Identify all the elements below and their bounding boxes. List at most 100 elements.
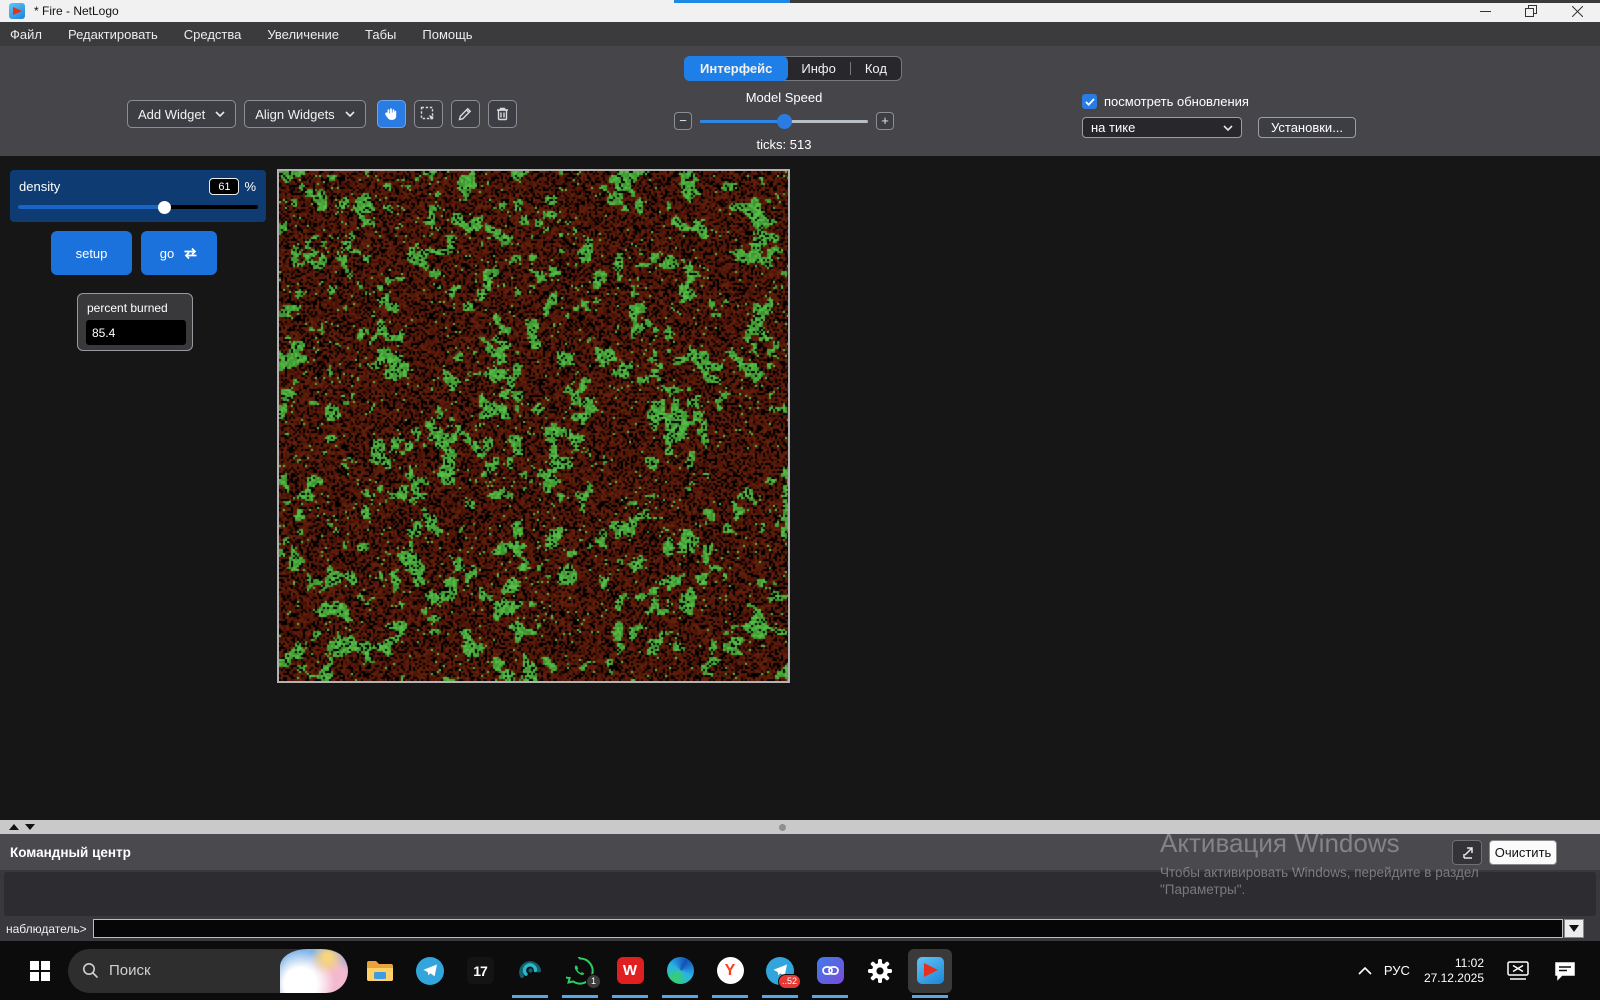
clock-time: 11:02 (1424, 956, 1484, 971)
taskbar-telegram-2[interactable]: ..52 (766, 957, 794, 985)
setup-button[interactable]: setup (51, 231, 132, 275)
splitter-handle[interactable] (779, 824, 786, 831)
density-thumb[interactable] (158, 201, 171, 214)
speed-slider-thumb[interactable] (777, 114, 792, 129)
splitter-up-icon[interactable] (9, 824, 19, 830)
running-indicator (562, 995, 598, 998)
running-indicator (912, 995, 948, 998)
tab-info[interactable]: Инфо (787, 57, 849, 80)
start-button[interactable] (20, 951, 60, 991)
running-indicator (612, 995, 648, 998)
menu-tabs[interactable]: Табы (352, 22, 409, 46)
menu-help[interactable]: Помощь (409, 22, 485, 46)
tradingview-icon: 17 (467, 957, 494, 984)
fire-simulation-canvas (279, 171, 788, 681)
export-output-button[interactable] (1452, 840, 1482, 865)
taskbar-whatsapp[interactable]: 1 (566, 957, 594, 985)
running-indicator (712, 995, 748, 998)
menu-zoom[interactable]: Увеличение (254, 22, 352, 46)
tab-code[interactable]: Код (851, 57, 901, 80)
update-mode-dropdown[interactable]: на тике (1082, 117, 1242, 138)
taskbar-search[interactable]: Поиск (68, 949, 348, 993)
tab-strip: Интерфейс Инфо Код (684, 56, 902, 81)
header-band: Интерфейс Инфо Код Add Widget Align Widg… (0, 46, 1600, 156)
close-button[interactable] (1554, 0, 1600, 22)
taskbar-settings[interactable] (866, 957, 894, 985)
taskbar-link-app[interactable] (816, 957, 844, 985)
forever-repeat-icon (183, 247, 198, 260)
menu-tools[interactable]: Средства (171, 22, 255, 46)
hand-tool-button[interactable] (377, 100, 406, 128)
title-bar: * Fire - NetLogo (0, 0, 1600, 22)
ticks-counter: ticks: 513 (674, 137, 894, 152)
running-indicator (762, 995, 798, 998)
running-indicator (662, 995, 698, 998)
edge-browser-icon (667, 957, 694, 984)
gear-icon (867, 958, 893, 984)
hand-icon (383, 106, 399, 122)
taskbar-telegram[interactable] (416, 957, 444, 985)
notification-center-icon[interactable] (1554, 961, 1576, 981)
netlogo-icon (917, 957, 944, 984)
menu-file[interactable]: Файл (0, 22, 55, 46)
telegram-badge: ..52 (778, 974, 801, 989)
percent-burned-monitor: percent burned 85.4 (77, 293, 193, 351)
running-indicator (812, 995, 848, 998)
command-center: Командный центр Очистить наблюдатель> (0, 834, 1600, 941)
tab-interface[interactable]: Интерфейс (684, 56, 788, 81)
command-center-splitter[interactable] (0, 820, 1600, 834)
taskbar-yandex-browser[interactable]: Y (716, 957, 744, 985)
interface-canvas: density 61 % setup go percent burned 85.… (0, 156, 1600, 820)
taskbar-wave-app[interactable] (516, 957, 544, 985)
marquee-select-icon (420, 106, 436, 122)
speed-minus-button[interactable]: − (674, 112, 692, 130)
command-output-area[interactable] (4, 872, 1596, 916)
density-label: density (19, 179, 60, 194)
taskbar-netlogo[interactable] (916, 957, 944, 985)
yandex-browser-icon: Y (717, 957, 744, 984)
select-tool-button[interactable] (414, 100, 443, 128)
splitter-down-icon[interactable] (25, 824, 35, 830)
folder-icon (366, 959, 394, 983)
world-view (277, 169, 790, 683)
edit-tool-button[interactable] (451, 100, 480, 128)
go-button[interactable]: go (141, 231, 217, 275)
taskbar-file-explorer[interactable] (366, 957, 394, 985)
windows-logo-icon (30, 961, 50, 981)
clock-date: 27.12.2025 (1424, 971, 1484, 986)
touch-keyboard-icon[interactable] (1506, 961, 1530, 980)
model-speed-slider[interactable] (700, 120, 868, 123)
taskbar-wps-office[interactable]: W (616, 957, 644, 985)
chain-link-icon (817, 957, 844, 984)
trash-icon (495, 106, 510, 122)
speed-plus-button[interactable]: + (876, 112, 894, 130)
monitor-value: 85.4 (86, 320, 186, 345)
taskbar-clock[interactable]: 11:02 27.12.2025 (1424, 956, 1484, 986)
taskbar-tradingview[interactable]: 17 (466, 957, 494, 985)
taskbar: Поиск 17 (0, 941, 1600, 1000)
density-slider-widget[interactable]: density 61 % (10, 170, 266, 222)
clear-button[interactable]: Очистить (1489, 840, 1557, 865)
add-widget-dropdown[interactable]: Add Widget (127, 100, 236, 128)
command-input[interactable] (93, 919, 1563, 938)
background-window-edge-dark (790, 0, 1600, 3)
density-track[interactable] (18, 205, 258, 209)
delete-tool-button[interactable] (488, 100, 517, 128)
taskbar-edge[interactable] (666, 957, 694, 985)
menu-edit[interactable]: Редактировать (55, 22, 171, 46)
restore-button[interactable] (1508, 0, 1554, 22)
density-unit: % (244, 179, 256, 194)
chevron-down-icon (215, 111, 225, 117)
language-indicator[interactable]: РУС (1384, 963, 1410, 978)
command-history-button[interactable] (1564, 919, 1584, 938)
popout-arrow-icon (1460, 846, 1474, 860)
weather-widget-icon[interactable] (280, 949, 348, 993)
settings-button[interactable]: Установки... (1258, 117, 1356, 138)
tray-chevron-up-icon[interactable] (1358, 966, 1372, 975)
pencil-icon (457, 106, 473, 122)
view-updates-checkbox[interactable] (1082, 94, 1097, 109)
align-widgets-dropdown[interactable]: Align Widgets (244, 100, 365, 128)
desktop: * Fire - NetLogo Файл Редактировать Сред… (0, 0, 1600, 1000)
command-center-title: Командный центр (10, 845, 131, 860)
minimize-button[interactable] (1462, 0, 1508, 22)
